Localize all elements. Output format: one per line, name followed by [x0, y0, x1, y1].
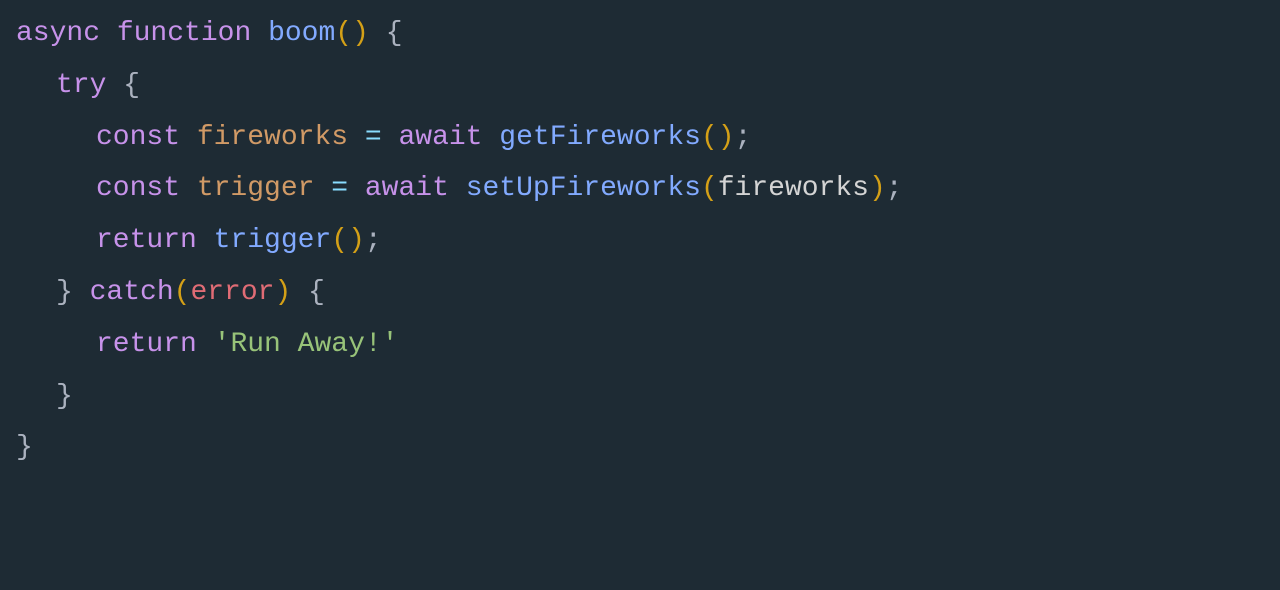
code-line-3: const fireworks = await getFireworks();	[16, 112, 1264, 164]
paren-close: )	[869, 173, 886, 204]
code-line-8: }	[16, 371, 1264, 423]
code-line-6: } catch(error) {	[16, 267, 1264, 319]
code-line-4: const trigger = await setUpFireworks(fir…	[16, 163, 1264, 215]
keyword-return: return	[96, 225, 197, 256]
code-line-1: async function boom() {	[16, 8, 1264, 60]
keyword-try: try	[56, 70, 106, 101]
code-line-5: return trigger();	[16, 215, 1264, 267]
semicolon: ;	[886, 173, 903, 204]
semicolon: ;	[735, 122, 752, 153]
keyword-const: const	[96, 122, 180, 153]
operator-equals: =	[314, 173, 364, 204]
brace-open: {	[106, 70, 140, 101]
keyword-await: await	[398, 122, 482, 153]
string-literal: 'Run Away!'	[214, 329, 399, 360]
function-call: setUpFireworks	[466, 173, 701, 204]
space	[449, 173, 466, 204]
brace-open: {	[291, 277, 325, 308]
variable-fireworks: fireworks	[180, 122, 348, 153]
paren-open: (	[335, 18, 352, 49]
paren-open: (	[174, 277, 191, 308]
code-line-9: }	[16, 422, 1264, 474]
paren-close: )	[718, 122, 735, 153]
paren-open: (	[701, 122, 718, 153]
brace-close: }	[56, 381, 73, 412]
brace-close: }	[56, 277, 73, 308]
space	[482, 122, 499, 153]
semicolon: ;	[365, 225, 382, 256]
keyword-await: await	[365, 173, 449, 204]
code-editor: async function boom() { try { const fire…	[16, 8, 1264, 474]
keyword-catch: catch	[90, 277, 174, 308]
brace-close: }	[16, 432, 33, 463]
code-line-7: return 'Run Away!'	[16, 319, 1264, 371]
paren-close: )	[352, 18, 369, 49]
paren-close: )	[348, 225, 365, 256]
space	[197, 225, 214, 256]
parameter-error: error	[190, 277, 274, 308]
keyword-const: const	[96, 173, 180, 204]
variable-trigger: trigger	[180, 173, 314, 204]
argument: fireworks	[718, 173, 869, 204]
keyword-function: function	[117, 18, 251, 49]
code-line-2: try {	[16, 60, 1264, 112]
operator-equals: =	[348, 122, 398, 153]
paren-open: (	[331, 225, 348, 256]
space	[73, 277, 90, 308]
keyword-async: async	[16, 18, 100, 49]
function-name: boom	[268, 18, 335, 49]
keyword-return: return	[96, 329, 197, 360]
paren-close: )	[274, 277, 291, 308]
function-call: getFireworks	[499, 122, 701, 153]
function-call: trigger	[214, 225, 332, 256]
paren-open: (	[701, 173, 718, 204]
brace-open: {	[369, 18, 403, 49]
space	[197, 329, 214, 360]
